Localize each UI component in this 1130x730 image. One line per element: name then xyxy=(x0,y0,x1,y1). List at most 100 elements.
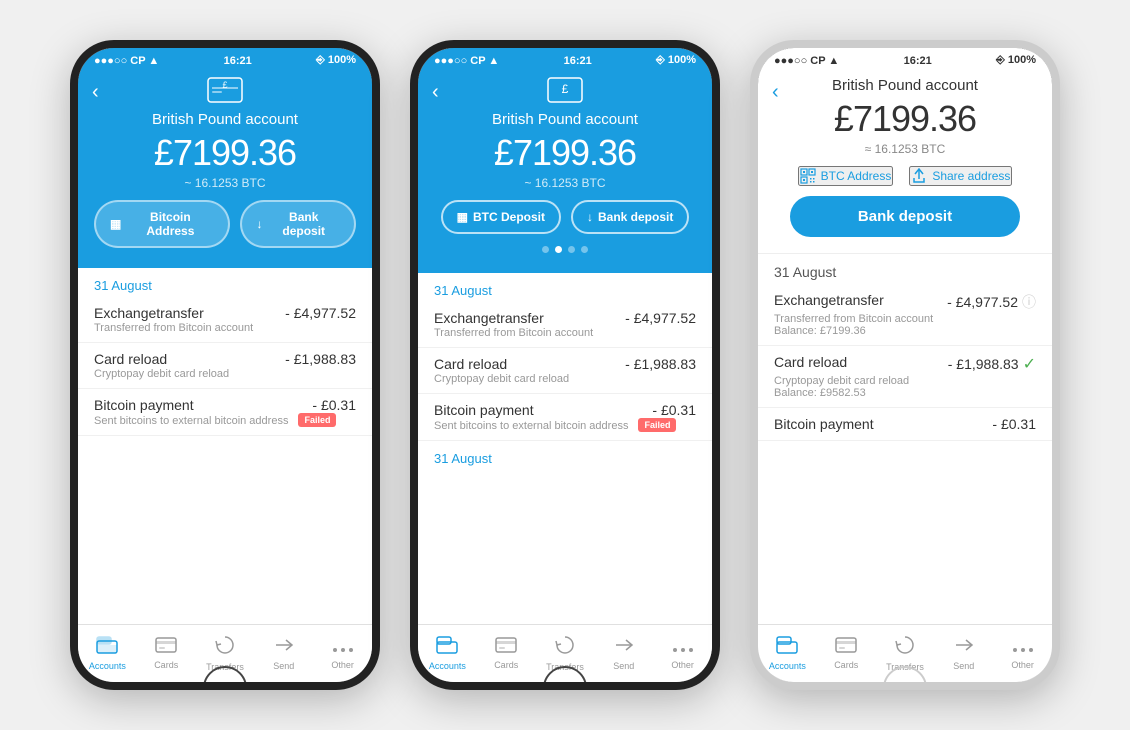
nav-cards-3[interactable]: Cards xyxy=(817,637,876,670)
transaction-amount-1-1: - £1,988.83 xyxy=(285,351,356,367)
dot-2-3 xyxy=(581,246,588,253)
nav-accounts-3[interactable]: Accounts xyxy=(758,636,817,671)
nav-accounts-2[interactable]: Accounts xyxy=(418,636,477,671)
page-dots-2 xyxy=(434,246,696,253)
btc-address-label-1: Bitcoin Address xyxy=(126,210,214,238)
nav-accounts-1[interactable]: Accounts xyxy=(78,636,137,671)
back-button-3[interactable]: ‹ xyxy=(772,81,779,104)
send-icon-2 xyxy=(614,636,634,659)
transactions-1: 31 August Exchangetransfer - £4,977.52 T… xyxy=(78,268,372,682)
status-time-3: 16:21 xyxy=(904,55,932,67)
transaction-item-3-0[interactable]: Exchangetransfer - £4,977.52 ⓘ Transferr… xyxy=(758,284,1052,346)
status-right-2: ⎆ 100% xyxy=(656,54,696,67)
svg-text:£: £ xyxy=(562,82,569,96)
transaction-item-3-2[interactable]: Bitcoin payment - £0.31 xyxy=(758,408,1052,441)
nav-other-3[interactable]: Other xyxy=(993,637,1052,670)
status-right-3: ⎆ 100% xyxy=(996,54,1036,67)
section-date-1-0: 31 August xyxy=(78,268,372,297)
transaction-amount-2-2: - £0.31 xyxy=(652,402,696,418)
btc-deposit-button-2[interactable]: ▦ BTC Deposit xyxy=(441,200,561,234)
status-left-1: ●●●○○ CP ▲ xyxy=(94,55,159,67)
failed-badge-1-2: Failed xyxy=(298,413,336,427)
share-address-label-3: Share address xyxy=(932,169,1010,183)
nav-send-2[interactable]: Send xyxy=(594,636,653,671)
status-bar-1: ●●●○○ CP ▲ 16:21 ⎆ 100% xyxy=(78,48,372,71)
btc-address-button-1[interactable]: ▦ Bitcoin Address xyxy=(94,200,230,248)
balance-btc-2: ~ 16.1253 BTC xyxy=(434,176,696,190)
transaction-item-1-0[interactable]: Exchangetransfer - £4,977.52 Transferred… xyxy=(78,297,372,343)
other-icon-3 xyxy=(1012,637,1034,658)
btc-address-label-3: BTC Address xyxy=(821,169,892,183)
down-icon-1: ↓ xyxy=(256,217,262,231)
phones-container: ●●●○○ CP ▲ 16:21 ⎆ 100% ‹ £ British xyxy=(50,20,1080,710)
section-date-3-0: 31 August xyxy=(758,254,1052,284)
transaction-name-3-2: Bitcoin payment xyxy=(774,416,874,432)
btc-deposit-label-2: BTC Deposit xyxy=(473,210,545,224)
transaction-name-3-0: Exchangetransfer xyxy=(774,292,884,308)
other-icon-1 xyxy=(332,637,354,658)
header-3: ‹ British Pound account £7199.36 ≈ 16.12… xyxy=(758,71,1052,254)
transfers-icon-2 xyxy=(555,635,575,660)
bank-deposit-button-2[interactable]: ↓ Bank deposit xyxy=(571,200,689,234)
nav-accounts-label-3: Accounts xyxy=(769,661,806,671)
cards-icon-3 xyxy=(835,637,857,658)
other-icon-2 xyxy=(672,637,694,658)
send-icon-1 xyxy=(274,636,294,659)
back-button-2[interactable]: ‹ xyxy=(432,81,439,104)
down-icon-2: ↓ xyxy=(587,210,593,224)
transaction-amount-2-1: - £1,988.83 xyxy=(625,356,696,372)
status-left-3: ●●●○○ CP ▲ xyxy=(774,55,839,67)
transaction-amount-1-2: - £0.31 xyxy=(312,397,356,413)
bank-deposit-button-3[interactable]: Bank deposit xyxy=(790,196,1020,237)
transaction-item-1-2[interactable]: Bitcoin payment - £0.31 Sent bitcoins to… xyxy=(78,389,372,436)
transaction-item-3-1[interactable]: Card reload - £1,988.83 ✓ Cryptopay debi… xyxy=(758,346,1052,408)
transaction-name-2-2: Bitcoin payment xyxy=(434,402,534,418)
nav-other-2[interactable]: Other xyxy=(653,637,712,670)
transaction-amount-3-2: - £0.31 xyxy=(992,416,1036,432)
nav-cards-1[interactable]: Cards xyxy=(137,637,196,670)
status-time-1: 16:21 xyxy=(224,55,252,67)
nav-cards-label-3: Cards xyxy=(834,660,858,670)
section-date-2-0: 31 August xyxy=(418,273,712,302)
transaction-sub-1-2: Sent bitcoins to external bitcoin addres… xyxy=(94,415,288,427)
bank-deposit-label-1: Bank deposit xyxy=(267,210,340,238)
status-right-1: ⎆ 100% xyxy=(316,54,356,67)
nav-other-1[interactable]: Other xyxy=(313,637,372,670)
phone-2-screen: ●●●○○ CP ▲ 16:21 ⎆ 100% ‹ £ British Poun… xyxy=(418,48,712,682)
transaction-item-2-0[interactable]: Exchangetransfer - £4,977.52 Transferred… xyxy=(418,302,712,348)
nav-cards-label-2: Cards xyxy=(494,660,518,670)
balance-sub-3-0: Balance: £7199.36 xyxy=(774,325,1036,337)
accounts-icon-2 xyxy=(436,636,458,659)
transaction-name-1-1: Card reload xyxy=(94,351,167,367)
phone-1-screen: ●●●○○ CP ▲ 16:21 ⎆ 100% ‹ £ British xyxy=(78,48,372,682)
balance-btc-1: ~ 16.1253 BTC xyxy=(94,176,356,190)
transaction-item-2-1[interactable]: Card reload - £1,988.83 Cryptopay debit … xyxy=(418,348,712,394)
balance-sub-3-1: Balance: £9582.53 xyxy=(774,387,1036,399)
back-button-1[interactable]: ‹ xyxy=(92,81,99,104)
nav-cards-2[interactable]: Cards xyxy=(477,637,536,670)
nav-other-label-1: Other xyxy=(331,660,354,670)
nav-cards-label-1: Cards xyxy=(154,660,178,670)
transaction-amount-3-0: - £4,977.52 xyxy=(947,294,1018,310)
nav-send-3[interactable]: Send xyxy=(934,636,993,671)
balance-amount-2: £7199.36 xyxy=(434,132,696,174)
qr-icon-2: ▦ xyxy=(457,210,468,224)
btc-address-button-3[interactable]: BTC Address xyxy=(798,166,894,186)
accounts-icon-3 xyxy=(776,636,798,659)
account-title-1: British Pound account xyxy=(94,111,356,128)
status-bar-2: ●●●○○ CP ▲ 16:21 ⎆ 100% xyxy=(418,48,712,71)
nav-accounts-label-2: Accounts xyxy=(429,661,466,671)
transaction-item-2-2[interactable]: Bitcoin payment - £0.31 Sent bitcoins to… xyxy=(418,394,712,441)
action-buttons-2: ▦ BTC Deposit ↓ Bank deposit xyxy=(434,200,696,234)
account-title-3: British Pound account xyxy=(774,77,1036,94)
transaction-name-3-1: Card reload xyxy=(774,354,847,370)
dot-2-2 xyxy=(568,246,575,253)
card-icon-2: £ xyxy=(434,77,696,109)
transaction-item-1-1[interactable]: Card reload - £1,988.83 Cryptopay debit … xyxy=(78,343,372,389)
nav-send-1[interactable]: Send xyxy=(254,636,313,671)
share-address-button-3[interactable]: Share address xyxy=(909,166,1012,186)
balance-amount-3: £7199.36 xyxy=(774,98,1036,140)
card-icon-1: £ xyxy=(94,77,356,109)
bank-deposit-button-1[interactable]: ↓ Bank deposit xyxy=(240,200,356,248)
section-date-2-1: 31 August xyxy=(418,441,712,470)
